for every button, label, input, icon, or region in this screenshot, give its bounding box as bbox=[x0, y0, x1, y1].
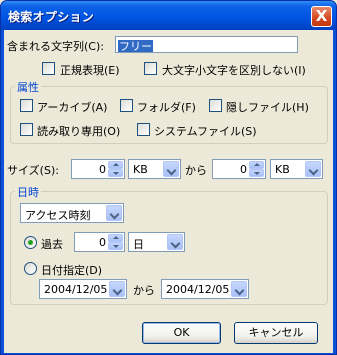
date-from-picker[interactable]: 2004/12/05 bbox=[39, 279, 127, 299]
time-type-select[interactable]: アクセス時刻 bbox=[20, 203, 124, 223]
search-text-value: フリー bbox=[118, 40, 153, 53]
chevron-down-icon[interactable] bbox=[109, 281, 125, 297]
spin-down-icon[interactable] bbox=[108, 242, 123, 250]
radio-selected-dot bbox=[28, 240, 33, 245]
date-from-value: 2004/12/05 bbox=[44, 283, 108, 296]
search-text-input[interactable]: フリー bbox=[115, 36, 298, 53]
case-insensitive-checkbox[interactable] bbox=[144, 62, 157, 75]
cancel-button[interactable]: キャンセル bbox=[234, 322, 318, 344]
chevron-down-icon[interactable] bbox=[305, 161, 321, 177]
past-radio[interactable] bbox=[24, 236, 37, 249]
spin-down-icon[interactable] bbox=[249, 169, 264, 177]
past-unit-select[interactable]: 日 bbox=[128, 232, 185, 252]
regex-label[interactable]: 正規表現(E) bbox=[60, 62, 120, 78]
title-bar[interactable]: 検索オプション X bbox=[1, 1, 336, 30]
size-from-spin-buttons[interactable] bbox=[108, 161, 123, 177]
spin-down-icon[interactable] bbox=[108, 169, 123, 177]
date-to-picker[interactable]: 2004/12/05 bbox=[161, 279, 249, 299]
folder-checkbox[interactable] bbox=[120, 99, 133, 112]
readonly-checkbox[interactable] bbox=[20, 123, 33, 136]
system-checkbox[interactable] bbox=[137, 123, 150, 136]
date-spec-label[interactable]: 日付指定(D) bbox=[41, 262, 102, 278]
chevron-down-icon[interactable] bbox=[163, 161, 179, 177]
attributes-caption: 属性 bbox=[15, 79, 41, 95]
ok-button[interactable]: OK bbox=[142, 322, 221, 344]
system-label[interactable]: システムファイル(S) bbox=[154, 123, 257, 139]
spin-up-icon[interactable] bbox=[108, 234, 123, 242]
case-insensitive-label[interactable]: 大文字小文字を区別しない(I) bbox=[162, 62, 306, 78]
spin-up-icon[interactable] bbox=[249, 161, 264, 169]
regex-checkbox[interactable] bbox=[42, 62, 55, 75]
size-to-value: 0 bbox=[240, 163, 247, 176]
past-value-spinner[interactable]: 0 bbox=[74, 232, 125, 252]
hidden-label[interactable]: 隠しファイル(H) bbox=[226, 99, 309, 115]
time-type-value: アクセス時刻 bbox=[25, 209, 91, 222]
size-to-unit-value: KB bbox=[275, 163, 290, 176]
datetime-caption: 日時 bbox=[15, 184, 41, 200]
past-value: 0 bbox=[99, 236, 106, 249]
size-to-spinner[interactable]: 0 bbox=[212, 159, 266, 179]
chevron-down-icon[interactable] bbox=[106, 205, 122, 221]
date-spec-radio[interactable] bbox=[24, 262, 37, 275]
chevron-down-icon[interactable] bbox=[231, 281, 247, 297]
size-label: サイズ(S): bbox=[7, 164, 59, 177]
size-to-spin-buttons[interactable] bbox=[249, 161, 264, 177]
readonly-label[interactable]: 読み取り専用(O) bbox=[37, 123, 120, 139]
chevron-down-icon[interactable] bbox=[167, 234, 183, 250]
search-text-label: 含まれる文字列(C): bbox=[7, 40, 104, 53]
past-label[interactable]: 過去 bbox=[41, 236, 63, 252]
spin-up-icon[interactable] bbox=[108, 161, 123, 169]
size-range-word: から bbox=[185, 164, 207, 177]
size-from-spinner[interactable]: 0 bbox=[71, 159, 125, 179]
close-icon: X bbox=[315, 7, 328, 25]
hidden-checkbox[interactable] bbox=[209, 99, 222, 112]
close-button[interactable]: X bbox=[311, 6, 332, 27]
past-unit-value: 日 bbox=[133, 238, 144, 251]
archive-checkbox[interactable] bbox=[20, 99, 33, 112]
dialog-title: 検索オプション bbox=[8, 10, 95, 24]
folder-label[interactable]: フォルダ(F) bbox=[137, 99, 196, 115]
size-from-value: 0 bbox=[99, 163, 106, 176]
date-to-value: 2004/12/05 bbox=[166, 283, 230, 296]
size-to-unit-select[interactable]: KB bbox=[270, 159, 323, 179]
past-spin-buttons[interactable] bbox=[108, 234, 123, 250]
search-options-dialog: 検索オプション X 含まれる文字列(C): フリー 正規表現(E) 大文字小文字… bbox=[0, 0, 337, 355]
size-from-unit-select[interactable]: KB bbox=[128, 159, 181, 179]
size-from-unit-value: KB bbox=[133, 163, 148, 176]
date-range-word: から bbox=[133, 284, 155, 297]
dialog-body: 含まれる文字列(C): フリー 正規表現(E) 大文字小文字を区別しない(I) … bbox=[4, 30, 333, 353]
archive-label[interactable]: アーカイブ(A) bbox=[37, 99, 107, 115]
